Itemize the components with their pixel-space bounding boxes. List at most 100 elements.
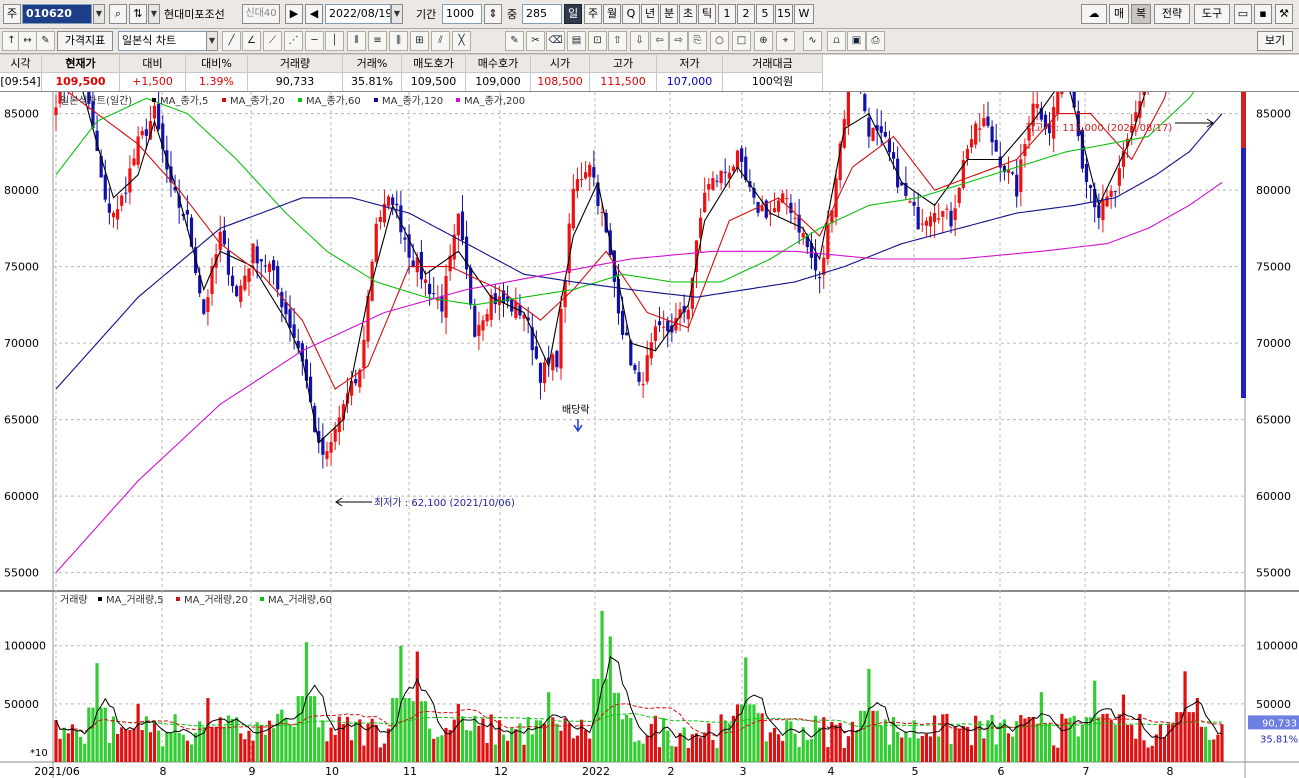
vertical-line-icon[interactable]: │ [325, 31, 344, 51]
tools-button[interactable]: 도구 [1194, 4, 1230, 24]
candle-body [255, 246, 259, 264]
interval-button-3[interactable]: Q [622, 4, 640, 24]
cut-icon[interactable]: ✂ [526, 31, 545, 51]
back-icon[interactable]: ◀ [305, 4, 323, 24]
candle-body [411, 260, 415, 267]
interval-button-6[interactable]: 초 [679, 4, 697, 24]
arrow-left-icon[interactable]: ⇦ [650, 31, 669, 51]
volume-bar [789, 721, 793, 762]
quote-header-8: 시가 [531, 55, 590, 73]
period-input[interactable]: 1000 [442, 4, 482, 24]
market-type-button[interactable]: 주 [3, 4, 21, 24]
strategy-button[interactable]: 전략 [1154, 4, 1190, 24]
volume-bar [74, 730, 79, 762]
export-icon[interactable]: ⎘ [688, 31, 707, 51]
volume-bar [501, 734, 506, 762]
price-legend-item: MA_종가,200 [464, 95, 525, 107]
note-icon[interactable]: ▤ [567, 31, 586, 51]
interval-button-10[interactable]: 5 [756, 4, 774, 24]
volume-bar [629, 717, 633, 762]
date-input[interactable]: 2022/08/19 [325, 4, 391, 24]
volume-bar [87, 707, 91, 762]
date-dropdown-icon[interactable]: ▼ [391, 4, 403, 24]
eraser-icon[interactable]: ⌫ [546, 31, 565, 51]
channel-icon[interactable]: ⫼ [389, 31, 408, 51]
expand-icon[interactable]: ↔ [18, 31, 37, 51]
interval-button-1[interactable]: 주 [584, 4, 602, 24]
parallel-icon[interactable]: ⫽ [431, 31, 450, 51]
angle-tool-icon[interactable]: ∠ [242, 31, 261, 51]
arrow-right-icon[interactable]: ⇨ [669, 31, 688, 51]
fibo-icon[interactable]: ≡ [368, 31, 387, 51]
candle-body [354, 379, 358, 384]
quote-value-0: [09:54] [0, 73, 42, 91]
volume-legend-item: MA_거래량,60 [268, 594, 332, 606]
candle-body [325, 451, 329, 459]
right-button-compound[interactable]: 복 [1131, 4, 1151, 24]
sort-icon[interactable]: ⇅ [129, 4, 147, 24]
circle-tool-icon[interactable]: ○ [710, 31, 729, 51]
crosshair-icon[interactable]: ⌖ [776, 31, 795, 51]
play-icon[interactable]: ▶ [285, 4, 303, 24]
rect-tool-icon[interactable]: □ [732, 31, 751, 51]
volume-bar [313, 696, 317, 762]
image-icon[interactable]: ▣ [847, 31, 866, 51]
volume-icon[interactable]: ⩍ [827, 31, 846, 51]
interval-button-8[interactable]: 1 [718, 4, 736, 24]
pencil-icon[interactable]: ✎ [505, 31, 524, 51]
right-button-sell[interactable]: 매 [1109, 4, 1129, 24]
print-icon[interactable]: ⎙ [866, 31, 885, 51]
volume-bar [518, 723, 522, 762]
volume-bar [933, 715, 937, 762]
zoom-fit-icon[interactable]: ⊡ [588, 31, 607, 51]
trend-tool-icon[interactable]: ⟋ [263, 31, 282, 51]
sort-dropdown-icon[interactable]: ▼ [148, 4, 160, 24]
search-icon[interactable]: ⌕ [109, 4, 127, 24]
horizontal-line-icon[interactable]: ─ [305, 31, 324, 51]
stock-code-input[interactable]: 010620 [22, 4, 92, 24]
candle-body [723, 171, 727, 173]
interval-button-5[interactable]: 분 [660, 4, 678, 24]
chart-type-select[interactable]: 일본식 차트 [118, 31, 208, 51]
wrench-icon[interactable]: ⚒ [1275, 4, 1293, 24]
volume-bar [1101, 714, 1105, 762]
save-icon[interactable]: ▪ [1254, 4, 1272, 24]
interval-button-9[interactable]: 2 [737, 4, 755, 24]
candle-body [924, 220, 928, 226]
volume-bar [1212, 739, 1216, 762]
count-input[interactable]: 285 [522, 4, 562, 24]
stock-chart[interactable]: 55000 55000 60000 60000 65000 65000 70000 70000… [0, 92, 1299, 778]
view-button[interactable]: 보기 [1257, 31, 1293, 51]
fan-tool-icon[interactable]: ⋰ [284, 31, 303, 51]
interval-button-4[interactable]: 년 [641, 4, 659, 24]
quote-value-7: 109,000 [466, 73, 531, 91]
volume-bar [448, 730, 452, 762]
open-folder-icon[interactable]: ▭ [1234, 4, 1252, 24]
candle-body [785, 198, 789, 200]
interval-button-0[interactable]: 일 [564, 4, 582, 24]
legend-swatch [222, 98, 226, 102]
volume-bar [378, 747, 382, 762]
interval-button-7[interactable]: 틱 [698, 4, 716, 24]
chart-type-dropdown-icon[interactable]: ▼ [206, 31, 218, 51]
stock-code-dropdown-icon[interactable]: ▼ [93, 4, 105, 24]
volume-bar [271, 728, 276, 762]
cloud-icon[interactable]: ☁ [1081, 4, 1107, 24]
interval-button-12[interactable]: W [794, 4, 814, 24]
volume-bar [169, 732, 173, 762]
interval-button-2[interactable]: 월 [603, 4, 621, 24]
period-spin-icon[interactable]: ⇕ [484, 4, 502, 24]
edit-icon[interactable]: ✎ [36, 31, 55, 51]
arrow-up-icon[interactable]: ⇧ [608, 31, 627, 51]
zoom-in-icon[interactable]: ⊕ [754, 31, 773, 51]
line-tool-icon[interactable]: ╱ [222, 31, 241, 51]
arrow-down-icon[interactable]: ⇩ [630, 31, 649, 51]
grid-tool-icon[interactable]: ⦀ [347, 31, 366, 51]
wave-icon[interactable]: ∿ [803, 31, 822, 51]
indicator-button[interactable]: 가격지표 [57, 31, 113, 51]
bars-icon[interactable]: ⊞ [410, 31, 429, 51]
cross-line-icon[interactable]: ╳ [452, 31, 471, 51]
interval-button-11[interactable]: 15 [775, 4, 793, 24]
volume-bar [974, 715, 978, 762]
volume-bar [140, 730, 144, 762]
